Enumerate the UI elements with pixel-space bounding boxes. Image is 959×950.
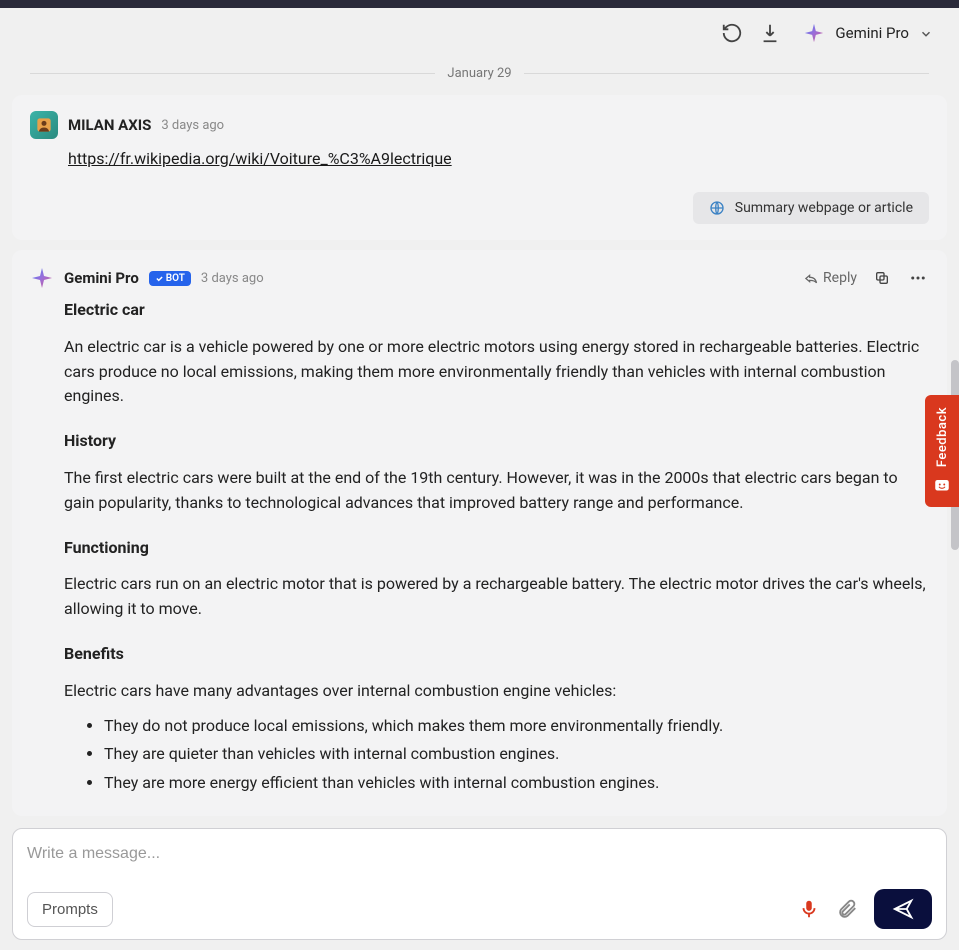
input-footer: Prompts xyxy=(27,889,932,929)
list-item: They are quieter than vehicles with inte… xyxy=(104,742,929,767)
message-timestamp: 3 days ago xyxy=(161,118,224,133)
author-name: Gemini Pro xyxy=(64,269,139,287)
download-icon[interactable] xyxy=(759,22,781,44)
summary-action-container: Summary webpage or article xyxy=(68,192,929,224)
url-link[interactable]: https://fr.wikipedia.org/wiki/Voiture_%C… xyxy=(68,149,452,168)
bot-badge-text: BOT xyxy=(166,273,185,284)
messages-container: MILAN AXIS 3 days ago https://fr.wikiped… xyxy=(0,95,959,845)
reply-label: Reply xyxy=(823,270,857,286)
send-button[interactable] xyxy=(874,889,932,929)
feedback-label: Feedback xyxy=(935,407,950,467)
section-heading: Benefits xyxy=(64,642,929,667)
reply-icon xyxy=(804,271,819,286)
input-actions xyxy=(798,889,932,929)
summary-action-button[interactable]: Summary webpage or article xyxy=(693,192,929,224)
bot-message: Gemini Pro BOT 3 days ago Reply Elec xyxy=(12,250,947,816)
paragraph: The first electric cars were built at th… xyxy=(64,466,929,516)
microphone-button[interactable] xyxy=(798,898,820,920)
model-name-label: Gemini Pro xyxy=(835,24,909,42)
window-topbar xyxy=(0,0,959,8)
prompts-button[interactable]: Prompts xyxy=(27,892,113,927)
author-name: MILAN AXIS xyxy=(68,116,151,134)
reply-button[interactable]: Reply xyxy=(804,270,857,286)
header: Gemini Pro xyxy=(0,8,959,58)
section-heading: Electric car xyxy=(64,298,929,323)
list-item: They are more energy efficient than vehi… xyxy=(104,771,929,796)
paperclip-icon xyxy=(836,898,858,920)
more-button[interactable] xyxy=(907,267,929,289)
section-heading: Functioning xyxy=(64,536,929,561)
bullet-list: They do not produce local emissions, whi… xyxy=(64,714,929,796)
refresh-icon[interactable] xyxy=(721,22,743,44)
attachment-button[interactable] xyxy=(836,898,858,920)
paragraph: Electric cars run on an electric motor t… xyxy=(64,572,929,622)
copy-button[interactable] xyxy=(871,267,893,289)
paragraph: Electric cars have many advantages over … xyxy=(64,679,929,704)
message-body: https://fr.wikipedia.org/wiki/Voiture_%C… xyxy=(68,149,929,224)
user-avatar xyxy=(30,111,58,139)
bot-avatar xyxy=(30,266,54,290)
bot-badge: BOT xyxy=(149,271,191,286)
message-actions: Reply xyxy=(804,267,929,289)
summary-label: Summary webpage or article xyxy=(735,200,913,216)
more-icon xyxy=(909,269,927,287)
date-label: January 29 xyxy=(435,66,523,81)
bot-response-body: Electric car An electric car is a vehicl… xyxy=(64,298,929,796)
check-icon xyxy=(155,274,164,283)
message-input[interactable] xyxy=(27,845,932,863)
feedback-tab[interactable]: Feedback xyxy=(925,395,959,507)
model-selector[interactable]: Gemini Pro xyxy=(797,18,939,48)
gemini-logo-icon xyxy=(803,22,825,44)
smiley-icon xyxy=(933,477,951,495)
message-header: Gemini Pro BOT 3 days ago Reply xyxy=(30,266,929,290)
list-item: They do not produce local emissions, whi… xyxy=(104,714,929,739)
send-icon xyxy=(892,898,914,920)
copy-icon xyxy=(874,270,890,286)
date-divider: January 29 xyxy=(30,66,929,81)
globe-icon xyxy=(709,200,725,216)
message-input-area: Prompts xyxy=(12,828,947,940)
chevron-down-icon xyxy=(919,26,933,40)
paragraph: An electric car is a vehicle powered by … xyxy=(64,335,929,409)
user-message: MILAN AXIS 3 days ago https://fr.wikiped… xyxy=(12,95,947,240)
microphone-icon xyxy=(798,898,820,920)
message-timestamp: 3 days ago xyxy=(201,271,264,286)
message-header: MILAN AXIS 3 days ago xyxy=(30,111,929,139)
section-heading: History xyxy=(64,429,929,454)
